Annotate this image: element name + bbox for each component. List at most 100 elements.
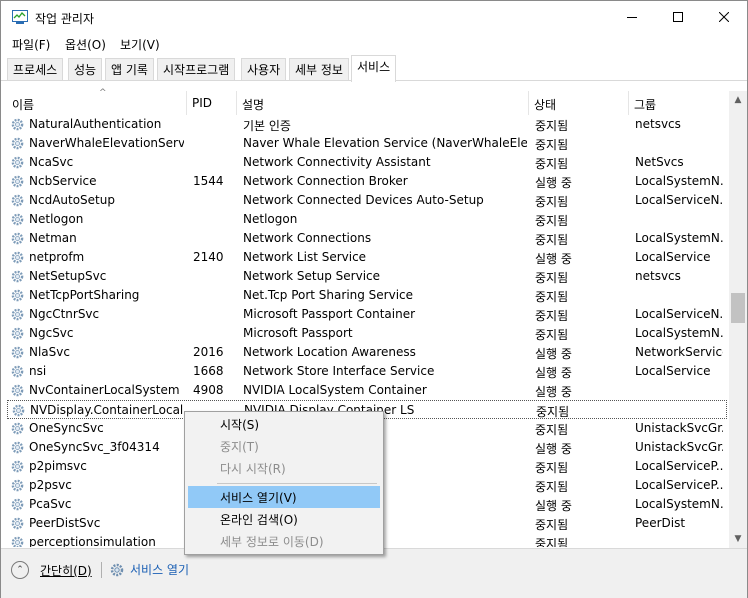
service-status: 중지됨 <box>535 423 569 437</box>
table-row[interactable]: NvContainerLocalSystem 4908 NVIDIA LocalSy… <box>7 381 727 400</box>
col-pid[interactable]: PID <box>187 91 237 115</box>
menu-file[interactable]: 파일(F) <box>12 36 50 53</box>
ctx-open-services[interactable]: 서비스 열기(V) <box>188 486 380 508</box>
service-description: Network Connection Broker <box>243 174 408 188</box>
table-row[interactable]: NaturalAuthentication 기본 인증 중지됨 netsvcs <box>7 115 727 134</box>
col-description-label: 설명 <box>242 98 265 112</box>
col-name[interactable]: ^ 이름 <box>7 88 187 115</box>
service-group: NetSvcs <box>635 155 684 169</box>
service-description: NVIDIA LocalSystem Container <box>243 383 427 397</box>
tab-users[interactable]: 사용자 <box>241 58 287 81</box>
service-group: LocalServiceP... <box>635 478 723 492</box>
tab-performance[interactable]: 성능 <box>68 58 103 81</box>
close-button[interactable] <box>701 1 747 33</box>
tab-startup[interactable]: 시작프로그램 <box>157 58 236 81</box>
service-gear-icon <box>11 479 24 492</box>
service-group: LocalSystemN... <box>635 326 723 340</box>
service-group: LocalService <box>635 250 711 264</box>
tab-details[interactable]: 세부 정보 <box>289 58 349 81</box>
sort-ascending-icon: ^ <box>99 88 107 98</box>
service-group: LocalSystemN... <box>635 231 723 245</box>
table-row[interactable]: NcaSvc Network Connectivity Assistant 중지됨 N… <box>7 153 727 172</box>
col-group-label: 그룹 <box>634 98 657 112</box>
service-description: Naver Whale Elevation Service (NaverWhal… <box>243 136 527 150</box>
service-group: UnistackSvcGr... <box>635 440 723 454</box>
service-gear-icon <box>11 441 24 454</box>
service-group: UnistackSvcGr... <box>635 421 723 435</box>
service-status: 중지됨 <box>535 271 569 285</box>
menu-view[interactable]: 보기(V) <box>120 36 160 53</box>
table-row[interactable]: nsi 1668 Network Store Interface Service 실행… <box>7 362 727 381</box>
column-header: ^ 이름 PID 설명 상태 그룹 <box>1 88 729 115</box>
table-row[interactable]: NgcCtnrSvc Microsoft Passport Container 중지… <box>7 305 727 324</box>
maximize-icon <box>673 12 683 22</box>
close-icon <box>719 12 729 22</box>
ctx-search-online[interactable]: 온라인 검색(O) <box>188 508 380 530</box>
scroll-thumb[interactable] <box>731 293 745 323</box>
service-name: NetTcpPortSharing <box>29 288 140 302</box>
table-row[interactable]: NlaSvc 2016 Network Location Awareness 실행 중… <box>7 343 727 362</box>
tab-processes[interactable]: 프로세스 <box>7 58 64 81</box>
service-name: perceptionsimulation <box>29 535 156 547</box>
service-description: Microsoft Passport Container <box>243 307 416 321</box>
service-status: 중지됨 <box>535 214 569 228</box>
col-description[interactable]: 설명 <box>237 91 529 115</box>
table-row[interactable]: Netlogon Netlogon 중지됨 <box>7 210 727 229</box>
tab-services[interactable]: 서비스 <box>351 55 397 82</box>
service-gear-icon <box>11 365 24 378</box>
scroll-up-icon[interactable]: ▲ <box>729 91 747 109</box>
table-row[interactable]: NaverWhaleElevationService Naver Whale El… <box>7 134 727 153</box>
minimize-icon <box>627 17 637 18</box>
menu-options[interactable]: 옵션(O) <box>65 36 106 53</box>
service-description: Network Connections <box>243 231 372 245</box>
service-gear-icon <box>11 175 24 188</box>
service-group: LocalSystemN... <box>635 174 723 188</box>
task-manager-icon <box>12 10 28 24</box>
service-status: 실행 중 <box>535 385 572 399</box>
service-gear-icon <box>11 422 24 435</box>
table-row[interactable]: netprofm 2140 Network List Service 실행 중 Loca… <box>7 248 727 267</box>
fewer-details-button[interactable]: ⌃ 간단히(D) <box>11 560 92 580</box>
minimize-button[interactable] <box>609 1 655 33</box>
service-status: 중지됨 <box>536 405 570 419</box>
service-pid: 2140 <box>193 250 224 264</box>
ctx-stop[interactable]: 중지(T) <box>188 435 380 457</box>
service-gear-icon <box>11 251 24 264</box>
service-gear-icon <box>11 270 24 283</box>
table-row[interactable]: NgcSvc Microsoft Passport 중지됨 LocalSystemN.… <box>7 324 727 343</box>
service-name: NaverWhaleElevationService <box>29 136 184 150</box>
service-group: netsvcs <box>635 269 681 283</box>
service-gear-icon <box>11 346 24 359</box>
service-group: LocalServiceN... <box>635 193 723 207</box>
service-group: LocalServiceP... <box>635 459 723 473</box>
ctx-go-to-details[interactable]: 세부 정보로 이동(D) <box>188 530 380 552</box>
ctx-start[interactable]: 시작(S) <box>188 413 380 435</box>
service-gear-icon <box>11 327 24 340</box>
service-status: 중지됨 <box>535 290 569 304</box>
vertical-scrollbar[interactable]: ▲ ▼ <box>729 91 747 548</box>
col-group[interactable]: 그룹 <box>629 91 729 115</box>
col-pid-label: PID <box>192 96 213 110</box>
scroll-down-icon[interactable]: ▼ <box>729 530 747 548</box>
maximize-button[interactable] <box>655 1 701 33</box>
open-services-link[interactable]: 서비스 열기 <box>109 561 189 578</box>
service-name: NetSetupSvc <box>29 269 107 283</box>
task-manager-window: 작업 관리자 파일(F) 옵션(O) 보기(V) 프로세스 성능 앱 기록 시작… <box>0 0 748 598</box>
table-row[interactable]: Netman Network Connections 중지됨 LocalSystemN… <box>7 229 727 248</box>
open-services-label: 서비스 열기 <box>130 563 190 577</box>
service-description: Network List Service <box>243 250 367 264</box>
title-bar[interactable]: 작업 관리자 <box>1 1 747 33</box>
table-row[interactable]: NetTcpPortSharing Net.Tcp Port Sharing Se… <box>7 286 727 305</box>
service-name: PcaSvc <box>29 497 72 511</box>
table-row[interactable]: NcbService 1544 Network Connection Broker 실… <box>7 172 727 191</box>
service-group: PeerDist <box>635 516 686 530</box>
table-row[interactable]: NetSetupSvc Network Setup Service 중지됨 netsv… <box>7 267 727 286</box>
ctx-restart[interactable]: 다시 시작(R) <box>188 457 380 479</box>
table-row[interactable]: NcdAutoSetup Network Connected Devices Au… <box>7 191 727 210</box>
tab-app-history[interactable]: 앱 기록 <box>105 58 154 81</box>
col-status[interactable]: 상태 <box>529 91 629 115</box>
service-status: 중지됨 <box>535 119 569 133</box>
service-status: 실행 중 <box>535 252 572 266</box>
col-status-label: 상태 <box>534 98 557 112</box>
service-gear-icon <box>11 517 24 530</box>
